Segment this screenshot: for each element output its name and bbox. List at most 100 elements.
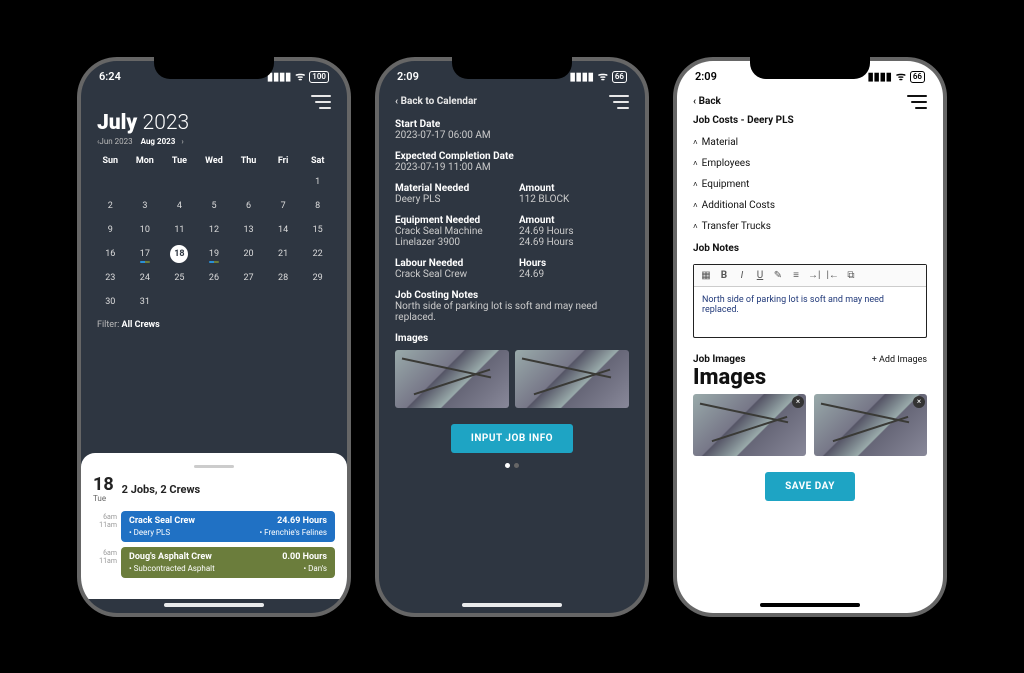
home-indicator[interactable] <box>164 603 264 607</box>
calendar-day[interactable]: 30 <box>93 290 128 314</box>
job-image-thumbnail[interactable]: × <box>814 394 927 456</box>
accordion-section[interactable]: ˄Material <box>693 132 927 153</box>
calendar-day[interactable]: 18 <box>162 242 197 266</box>
status-icons: ▮▮▮▮ᯤ100 <box>267 69 329 84</box>
calendar-day[interactable]: 9 <box>93 218 128 242</box>
calendar-day[interactable]: 31 <box>128 290 163 314</box>
calendar-day[interactable]: 26 <box>197 266 232 290</box>
month-title: July 2023 <box>97 111 331 135</box>
notes-textarea[interactable]: North side of parking lot is soft and ma… <box>694 287 926 337</box>
calendar-grid[interactable]: SunMonTueWedThuFriSat 123456789101112131… <box>93 152 335 314</box>
notes-editor[interactable]: ▦ B I U ✎ ≡ →| |← ⧉ North side of parkin… <box>693 264 927 338</box>
list-icon[interactable]: ≡ <box>790 270 802 281</box>
accordion-section[interactable]: ˄Employees <box>693 153 927 174</box>
start-date-label: Start Date <box>395 119 629 130</box>
calendar-day[interactable]: 3 <box>128 194 163 218</box>
calendar-dow: Thu <box>231 152 266 170</box>
calendar-dow: Sun <box>93 152 128 170</box>
calendar-day[interactable]: 19 <box>197 242 232 266</box>
calendar-day[interactable]: 5 <box>197 194 232 218</box>
end-date-label: Expected Completion Date <box>395 151 629 162</box>
menu-icon[interactable] <box>311 95 331 109</box>
month-nav[interactable]: ‹Jun 2023 Aug 2023› <box>97 137 331 146</box>
material-label: Material Needed <box>395 183 505 194</box>
image-icon[interactable]: ▦ <box>700 270 712 281</box>
material-value: Deery PLS <box>395 194 505 205</box>
job-images-label: Job Images <box>693 348 746 365</box>
italic-icon[interactable]: I <box>736 270 748 281</box>
calendar-day[interactable]: 20 <box>231 242 266 266</box>
calendar-day[interactable]: 7 <box>266 194 301 218</box>
accordion-section[interactable]: ˄ Transfer Trucks <box>693 216 927 237</box>
outdent-icon[interactable]: |← <box>826 270 838 281</box>
calendar-day[interactable]: 27 <box>231 266 266 290</box>
accordion-label: Transfer Trucks <box>702 221 771 232</box>
calendar-day[interactable]: 29 <box>300 266 335 290</box>
home-indicator[interactable] <box>760 603 860 607</box>
job-hours: 24.69 Hours <box>277 516 327 526</box>
add-images-button[interactable]: + Add Images <box>872 355 927 365</box>
input-job-info-button[interactable]: INPUT JOB INFO <box>451 424 573 453</box>
calendar-day[interactable]: 8 <box>300 194 335 218</box>
accordion-section[interactable]: ˄Additional Costs <box>693 195 927 216</box>
menu-icon[interactable] <box>609 95 629 109</box>
calendar-day[interactable]: 12 <box>197 218 232 242</box>
chevron-up-icon: ˄ <box>693 180 698 189</box>
calendar-day[interactable]: 6 <box>231 194 266 218</box>
highlight-icon[interactable]: ✎ <box>772 270 784 281</box>
end-date-value: 2023-07-19 11:00 AM <box>395 162 629 173</box>
chevron-up-icon: ˄ <box>693 222 698 231</box>
job-card[interactable]: Doug's Asphalt Crew0.00 Hours• Subcontra… <box>121 547 335 578</box>
job-image-thumbnail[interactable] <box>395 350 509 408</box>
calendar-day[interactable]: 28 <box>266 266 301 290</box>
calendar-day[interactable]: 1 <box>300 170 335 194</box>
remove-image-icon[interactable]: × <box>792 396 804 408</box>
menu-icon[interactable] <box>907 95 927 109</box>
indent-icon[interactable]: →| <box>808 270 820 281</box>
accordion-section[interactable]: ˄ Equipment <box>693 174 927 195</box>
calendar-day <box>231 290 266 314</box>
calendar-dow: Sat <box>300 152 335 170</box>
back-button[interactable]: ‹ Back <box>693 96 721 107</box>
calendar-day[interactable]: 11 <box>162 218 197 242</box>
calendar-day[interactable]: 23 <box>93 266 128 290</box>
status-icons: ▮▮▮▮ᯤ66 <box>868 69 925 84</box>
job-detail-left: • Subcontracted Asphalt <box>129 564 215 573</box>
start-date-value: 2023-07-17 06:00 AM <box>395 130 629 141</box>
editor-toolbar[interactable]: ▦ B I U ✎ ≡ →| |← ⧉ <box>694 265 926 287</box>
bold-icon[interactable]: B <box>718 270 730 281</box>
accordion-label: Equipment <box>702 179 750 190</box>
calendar-day[interactable]: 21 <box>266 242 301 266</box>
calendar-day[interactable]: 14 <box>266 218 301 242</box>
job-card[interactable]: Crack Seal Crew24.69 Hours• Deery PLS• F… <box>121 511 335 542</box>
chevron-up-icon: ˄ <box>693 138 698 147</box>
filter-row[interactable]: Filter: All Crews <box>81 314 347 342</box>
save-day-button[interactable]: SAVE DAY <box>765 472 855 501</box>
calendar-day[interactable]: 4 <box>162 194 197 218</box>
home-indicator[interactable] <box>462 603 562 607</box>
calendar-day[interactable]: 22 <box>300 242 335 266</box>
calendar-day[interactable]: 13 <box>231 218 266 242</box>
calendar-day[interactable]: 10 <box>128 218 163 242</box>
link-icon[interactable]: ⧉ <box>845 270 857 281</box>
calendar-day[interactable]: 25 <box>162 266 197 290</box>
drag-handle[interactable] <box>194 465 234 468</box>
calendar-day[interactable]: 17 <box>128 242 163 266</box>
calendar-day[interactable]: 24 <box>128 266 163 290</box>
calendar-day[interactable]: 2 <box>93 194 128 218</box>
calendar-day <box>300 290 335 314</box>
underline-icon[interactable]: U <box>754 270 766 281</box>
hours-label: Hours <box>519 258 629 269</box>
chevron-right-icon[interactable]: › <box>181 137 183 146</box>
remove-image-icon[interactable]: × <box>913 396 925 408</box>
notes-value: North side of parking lot is soft and ma… <box>395 301 629 323</box>
calendar-dow: Tue <box>162 152 197 170</box>
day-number: 18 <box>93 476 114 494</box>
calendar-day <box>162 290 197 314</box>
job-image-thumbnail[interactable]: × <box>693 394 806 456</box>
job-image-thumbnail[interactable] <box>515 350 629 408</box>
calendar-day[interactable]: 15 <box>300 218 335 242</box>
calendar-day[interactable]: 16 <box>93 242 128 266</box>
back-button[interactable]: ‹ Back to Calendar <box>395 96 477 107</box>
accordion-label: Employees <box>702 158 751 169</box>
